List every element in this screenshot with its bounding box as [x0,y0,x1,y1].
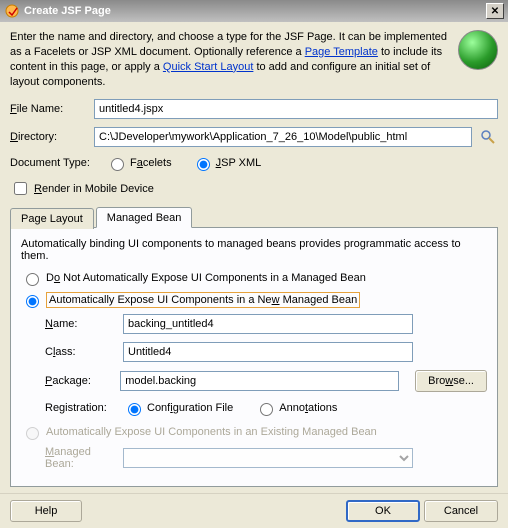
document-type-label: Document Type:Document Type: [10,157,100,169]
config-file-radio[interactable] [128,403,141,416]
file-name-label: File NaFile Name:me: [10,103,88,115]
bean-package-label: Package:Package: [45,375,112,387]
do-not-expose-radio[interactable] [26,273,39,286]
registration-label: Registration:Registration: [45,402,115,414]
tab-managed-bean[interactable]: Managed Bean [96,207,193,228]
directory-label: Directory:Directory: [10,131,88,143]
close-button[interactable]: ✕ [486,3,504,19]
globe-icon [458,30,498,70]
managed-bean-combo [123,448,413,468]
file-name-input[interactable] [94,99,498,119]
jsp-xml-radio[interactable] [197,158,210,171]
facelets-radio[interactable] [111,158,124,171]
app-icon [4,3,20,19]
directory-input[interactable] [94,127,472,147]
do-not-expose-label: Do Not Automatically Expose UI Component… [46,272,366,284]
browse-package-button[interactable]: Browse...Browse... [415,370,487,392]
render-mobile-label: Render in Mobile DeviceRender in Mobile … [34,183,154,195]
annotations-radio[interactable] [260,403,273,416]
bean-name-input[interactable] [123,314,413,334]
bean-class-label: Class:Class: [45,346,115,358]
facelets-label: FaceletsFacelets [130,157,172,169]
annotations-label: AnnotationsAnnotations [279,402,337,414]
window-title: Create JSF Page [24,5,111,17]
page-template-link[interactable]: Page Template [305,46,378,58]
managed-bean-label: Managed Bean:Managed Bean: [45,446,115,470]
expose-existing-label: Automatically Expose UI Components in an… [46,426,377,438]
cancel-button[interactable]: Cancel [424,500,498,522]
bean-class-input[interactable] [123,342,413,362]
expose-new-label: Automatically Expose UI Components in a … [46,292,360,308]
bean-name-label: Name:Name: [45,318,115,330]
browse-directory-button[interactable] [478,127,498,147]
help-button[interactable]: Help [10,500,82,522]
config-file-label: Configuration FileConfiguration File [147,402,233,414]
intro-text: Enter the name and directory, and choose… [10,30,448,89]
panel-description: Automatically binding UI components to m… [21,238,487,262]
tab-page-layout[interactable]: Page Layout [10,208,94,229]
ok-button[interactable]: OK [346,500,420,522]
bean-package-input[interactable] [120,371,399,391]
quick-start-layout-link[interactable]: Quick Start Layout [163,61,254,73]
render-mobile-checkbox[interactable] [14,182,27,195]
expose-new-radio[interactable] [26,295,39,308]
jsp-xml-label: JSP XMLJSP XML [216,157,262,169]
expose-existing-radio [26,427,39,440]
